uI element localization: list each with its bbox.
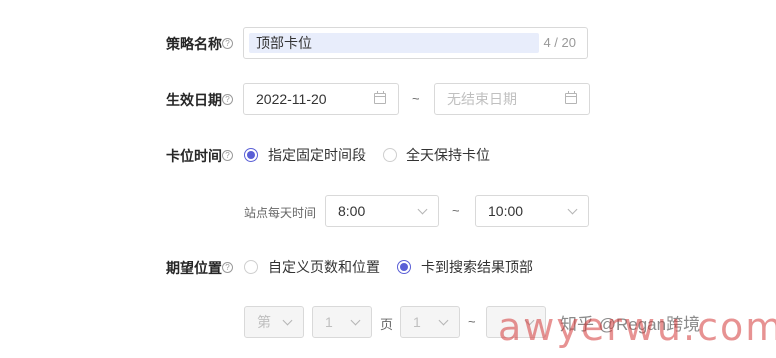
calendar-icon xyxy=(565,91,577,104)
chevron-down-icon xyxy=(282,315,293,326)
position-start-value: 1 xyxy=(413,314,421,330)
start-date-picker[interactable]: 2022-11-20 xyxy=(243,83,399,115)
radio-all-day[interactable] xyxy=(383,148,397,162)
effective-date-label: 生效日期 xyxy=(166,92,222,108)
radio-search-top-label: 卡到搜索结果顶部 xyxy=(421,259,533,275)
strategy-name-label: 策略名称 xyxy=(166,36,222,52)
end-date-picker[interactable]: 无结束日期 xyxy=(434,83,590,115)
chevron-down-icon xyxy=(417,204,428,215)
slot-time-label: 卡位时间 xyxy=(166,148,222,164)
radio-fixed-time-period[interactable] xyxy=(244,148,258,162)
page-prefix-value: 第 xyxy=(257,314,271,330)
strategy-name-input[interactable]: 顶部卡位 4 / 20 xyxy=(243,27,588,59)
char-counter: 4 / 20 xyxy=(543,35,576,50)
chevron-down-icon xyxy=(438,315,449,326)
time-range-separator: ~ xyxy=(452,203,460,218)
end-time-value: 10:00 xyxy=(488,203,524,219)
chevron-down-icon xyxy=(350,315,361,326)
daily-time-label: 站点每天时间 xyxy=(244,206,317,220)
help-icon[interactable]: ? xyxy=(222,262,233,273)
start-time-select[interactable]: 8:00 xyxy=(325,195,439,227)
start-date-value: 2022-11-20 xyxy=(256,91,327,107)
page-prefix-select[interactable]: 第 xyxy=(244,306,304,338)
page-number-value: 1 xyxy=(325,314,333,330)
position-start-select[interactable]: 1 xyxy=(400,306,460,338)
desired-position-label: 期望位置 xyxy=(166,260,222,276)
calendar-icon xyxy=(374,91,386,104)
end-date-placeholder: 无结束日期 xyxy=(447,91,517,107)
radio-all-day-label: 全天保持卡位 xyxy=(406,147,490,163)
help-icon[interactable]: ? xyxy=(222,150,233,161)
page-number-select[interactable]: 1 xyxy=(312,306,372,338)
radio-search-top[interactable] xyxy=(397,260,411,274)
date-range-separator: ~ xyxy=(412,91,420,106)
help-icon[interactable]: ? xyxy=(222,38,233,49)
radio-custom-page-position-label: 自定义页数和位置 xyxy=(268,259,380,275)
position-range-separator: ~ xyxy=(468,314,476,329)
strategy-name-value: 顶部卡位 xyxy=(256,35,312,51)
help-icon[interactable]: ? xyxy=(222,94,233,105)
radio-custom-page-position[interactable] xyxy=(244,260,258,274)
start-time-value: 8:00 xyxy=(338,203,366,219)
watermark-domain: awyerwu.com xyxy=(498,305,776,349)
end-time-select[interactable]: 10:00 xyxy=(475,195,589,227)
radio-fixed-time-period-label: 指定固定时间段 xyxy=(268,147,366,163)
chevron-down-icon xyxy=(567,204,578,215)
page-unit-label: 页 xyxy=(380,317,394,332)
